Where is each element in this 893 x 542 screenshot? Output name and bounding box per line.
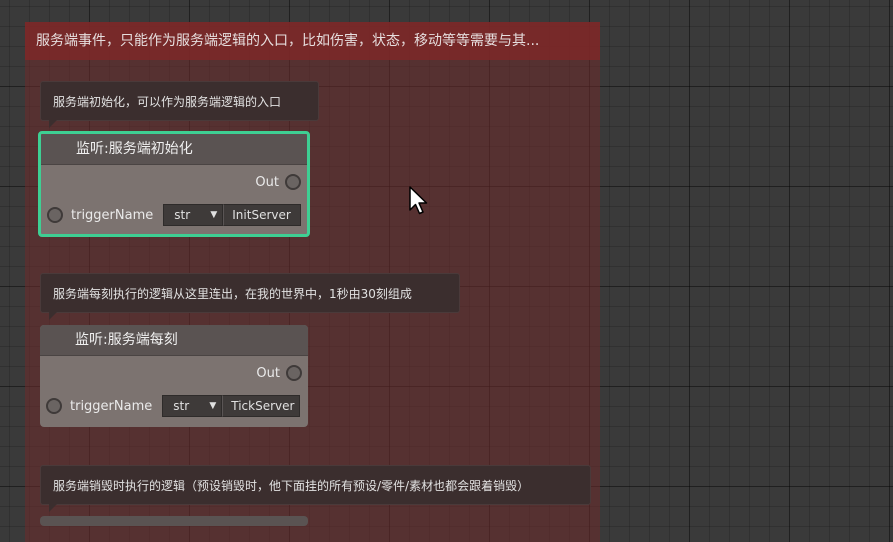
comment-destroy[interactable]: 服务端销毁时执行的逻辑（预设销毁时，他下面挂的所有预设/零件/素材也都会跟着销毁… — [40, 465, 591, 512]
out-port-row: Out — [255, 174, 301, 190]
comment-init[interactable]: 服务端初始化，可以作为服务端逻辑的入口 — [40, 81, 319, 128]
node-title — [40, 516, 308, 526]
group-header[interactable]: 服务端事件，只能作为服务端逻辑的入口，比如伤害，状态，移动等等需要与其... — [25, 22, 600, 60]
node-title: 监听:服务端每刻 — [40, 325, 308, 356]
node-listen-server-tick[interactable]: 监听:服务端每刻 Out triggerName str ▼ TickServe… — [40, 325, 308, 427]
out-pin[interactable] — [285, 174, 301, 190]
trigger-name-row: triggerName str ▼ InitServer — [47, 204, 302, 226]
out-label: Out — [256, 365, 280, 381]
out-pin[interactable] — [286, 365, 302, 381]
chevron-down-icon: ▼ — [210, 210, 218, 220]
mouse-cursor-icon — [409, 186, 428, 215]
out-label: Out — [255, 174, 279, 190]
node-title: 监听:服务端初始化 — [41, 134, 307, 165]
trigger-name-pin[interactable] — [46, 398, 62, 414]
comment-tick[interactable]: 服务端每刻执行的逻辑从这里连出，在我的世界中，1秒由30刻组成 — [40, 273, 460, 320]
trigger-name-row: triggerName str ▼ TickServer — [46, 395, 301, 417]
type-select-value: str — [174, 208, 191, 222]
type-select[interactable]: str ▼ — [162, 395, 223, 417]
trigger-name-label: triggerName — [71, 207, 154, 223]
trigger-name-label: triggerName — [70, 398, 153, 414]
trigger-name-pin[interactable] — [47, 207, 63, 223]
node-listen-server-init[interactable]: 监听:服务端初始化 Out triggerName str ▼ InitServ… — [38, 131, 310, 237]
chevron-down-icon: ▼ — [209, 401, 217, 411]
node-listen-server-destroy[interactable] — [40, 516, 308, 526]
type-select[interactable]: str ▼ — [163, 204, 224, 226]
out-port-row: Out — [256, 365, 302, 381]
trigger-name-input[interactable]: InitServer — [223, 204, 302, 226]
type-select-value: str — [173, 399, 190, 413]
trigger-name-input[interactable]: TickServer — [222, 395, 301, 417]
